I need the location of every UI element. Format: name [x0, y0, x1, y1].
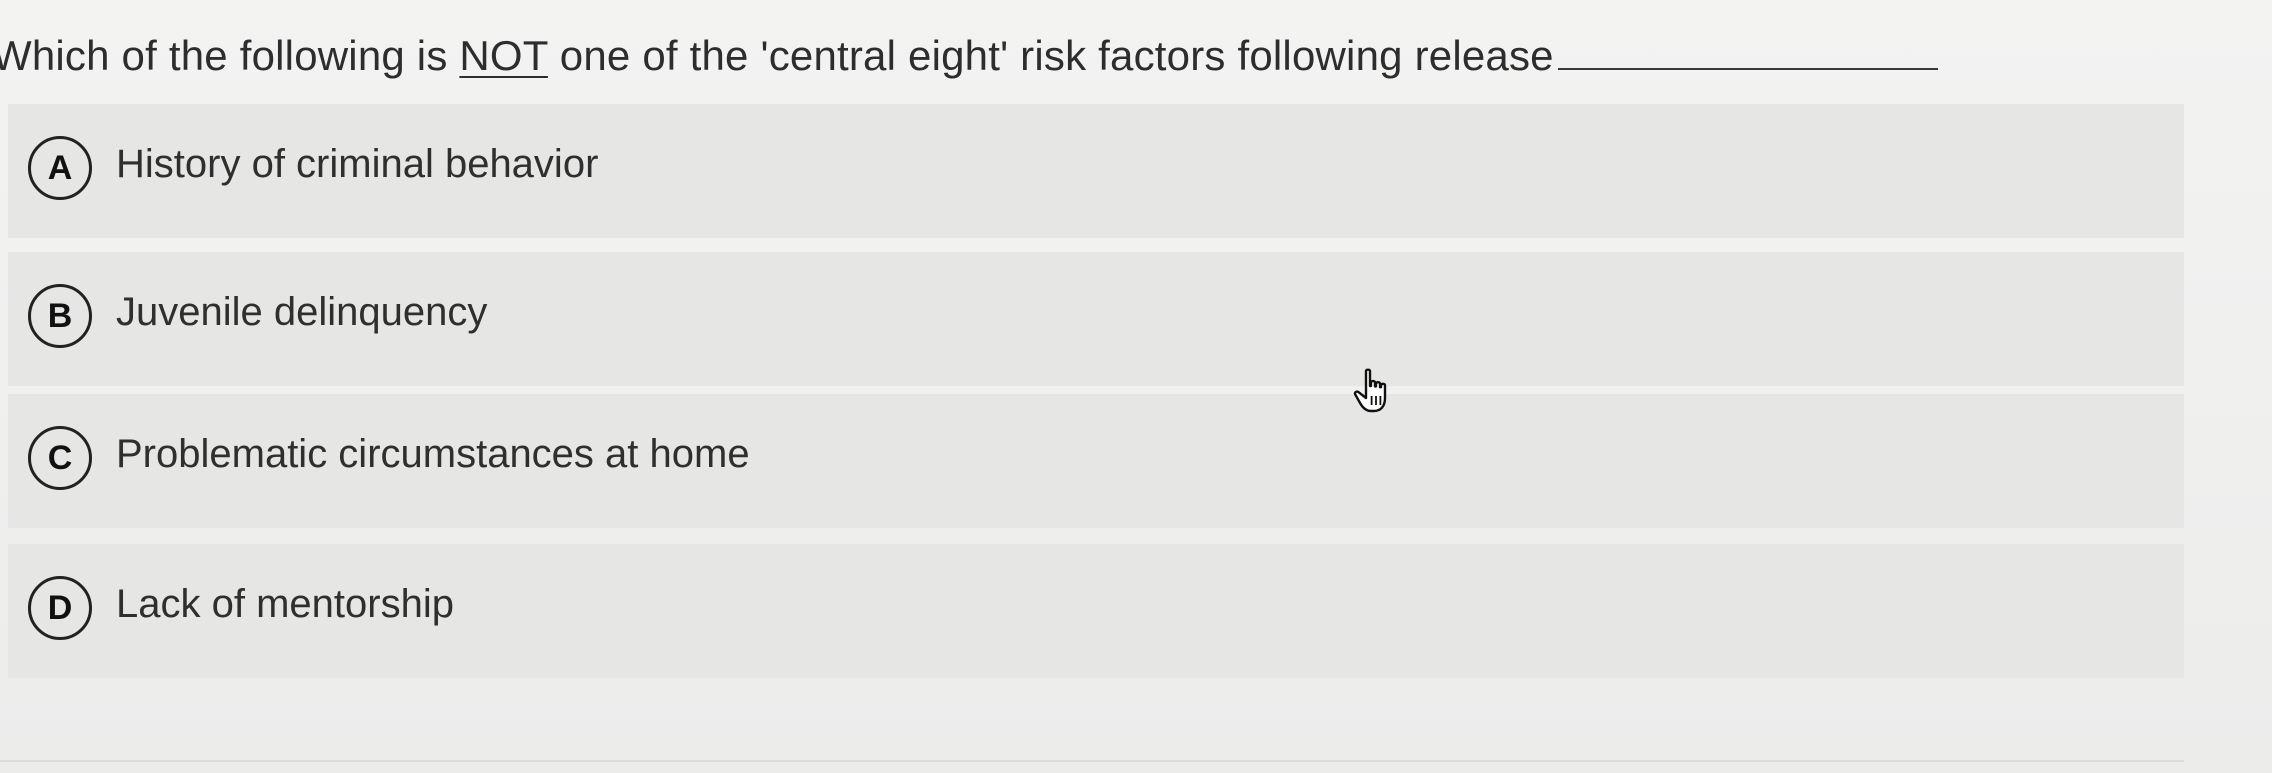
option-c-badge[interactable]: C — [28, 426, 92, 490]
option-a-label: History of criminal behavior — [116, 141, 599, 186]
option-d-label: Lack of mentorship — [116, 581, 454, 626]
question-text: Which of the following is NOT one of the… — [0, 32, 1938, 80]
option-c-label: Problematic circumstances at home — [116, 431, 750, 476]
option-b-label: Juvenile delinquency — [116, 289, 488, 334]
option-d[interactable]: D Lack of mentorship — [8, 544, 2184, 678]
answer-blank — [1557, 68, 1938, 70]
option-d-badge[interactable]: D — [28, 576, 92, 640]
hand-pointer-icon — [1353, 368, 1387, 413]
question-emphasis: NOT — [459, 32, 548, 79]
option-c[interactable]: C Problematic circumstances at home — [8, 394, 2184, 528]
option-b-badge[interactable]: B — [28, 284, 92, 348]
option-b[interactable]: B Juvenile delinquency — [8, 252, 2184, 386]
option-a[interactable]: A History of criminal behavior — [8, 104, 2184, 238]
divider — [0, 760, 2184, 762]
option-a-badge[interactable]: A — [28, 136, 92, 200]
question-text-before: Which of the following is — [0, 32, 460, 79]
question-text-after: one of the 'central eight' risk factors … — [547, 32, 1554, 79]
